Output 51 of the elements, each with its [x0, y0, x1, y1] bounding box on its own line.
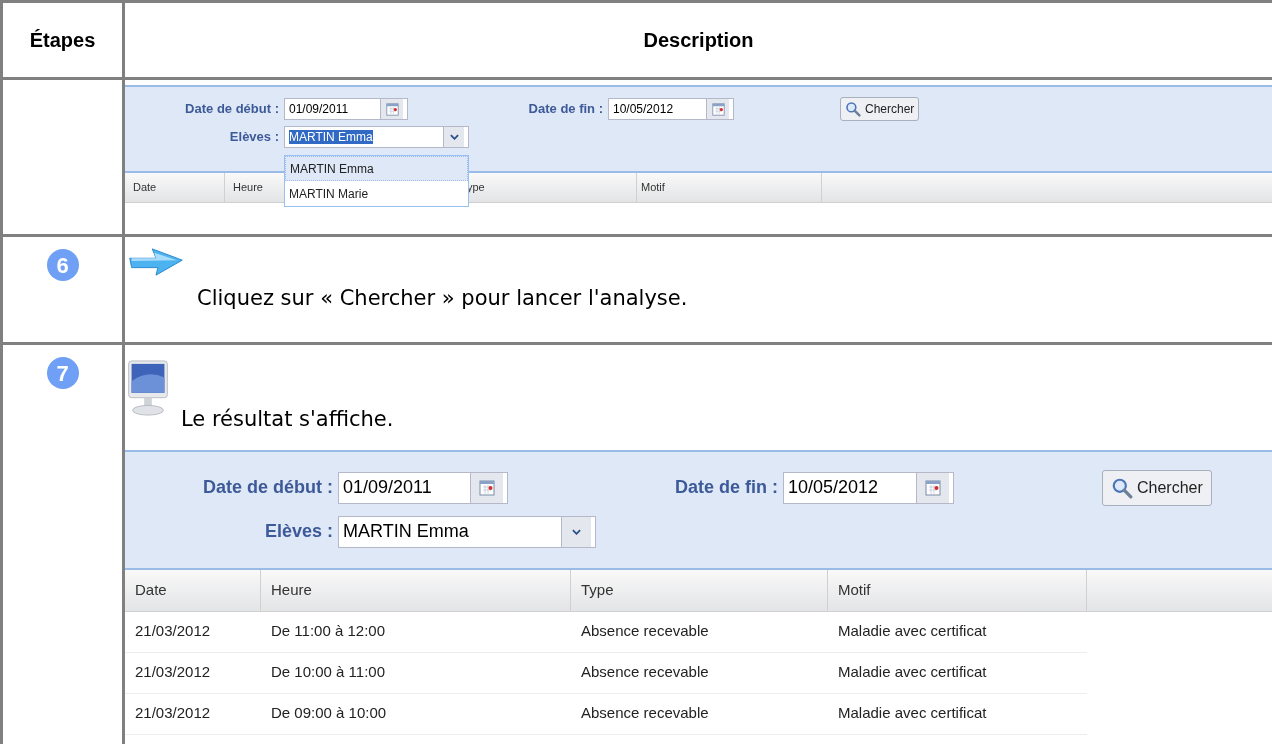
search-icon — [1111, 476, 1133, 499]
date-field[interactable]: 10/05/2012 — [608, 98, 734, 120]
column-header[interactable]: Heure — [261, 569, 571, 611]
field-label: Date de fin : — [674, 476, 778, 499]
field-label: Date de début : — [184, 100, 279, 119]
step-number: 6 — [46, 249, 79, 281]
table-cell: De 09:00 à 10:00 — [261, 693, 571, 735]
table-cell: Maladie avec certificat — [828, 652, 1087, 694]
caret-icon — [572, 528, 581, 535]
table-cell: 21/03/2012 — [125, 652, 261, 694]
step-text: Le résultat s'affiche. — [181, 406, 394, 433]
search-icon — [845, 101, 861, 117]
dropdown-option[interactable]: MARTIN Emma — [285, 156, 468, 181]
field-label: Elèves : — [228, 128, 279, 147]
calendar-icon[interactable] — [385, 102, 399, 116]
table-cell: 21/03/2012 — [125, 693, 261, 735]
table-cell: Absence recevable — [571, 693, 828, 735]
date-field[interactable]: 10/05/2012 — [783, 471, 954, 504]
select-value: MARTIN Emma — [343, 521, 469, 541]
student-select[interactable]: MARTIN Emma — [284, 126, 469, 148]
table-cell: De 10:00 à 11:00 — [261, 652, 571, 694]
field-label: Elèves : — [263, 520, 333, 543]
column-header[interactable]: Type — [571, 569, 828, 611]
table-cell: Absence recevable — [571, 652, 828, 694]
select-value: MARTIN Emma — [289, 130, 373, 144]
step-number: 7 — [46, 357, 79, 389]
table-cell: Maladie avec certificat — [828, 693, 1087, 735]
column-heading: Étapes — [29, 28, 96, 53]
search-button[interactable]: Chercher — [840, 97, 920, 121]
column-header[interactable]: Motif — [828, 569, 1087, 611]
date-field[interactable]: 01/09/2011 — [338, 471, 508, 504]
calendar-icon[interactable] — [711, 102, 725, 116]
field-label: Date de début : — [202, 476, 333, 499]
column-header[interactable]: Date — [125, 173, 225, 202]
table-cell: 21/03/2012 — [125, 611, 261, 653]
arrow-icon — [127, 247, 185, 277]
field-label: Date de fin : — [527, 100, 603, 119]
table-cell: Absence recevable — [571, 611, 828, 653]
column-header[interactable]: Motif — [637, 173, 822, 202]
calendar-icon[interactable] — [479, 479, 495, 496]
calendar-icon[interactable] — [925, 479, 941, 496]
column-header[interactable]: Date — [125, 569, 261, 611]
table-cell: Maladie avec certificat — [828, 611, 1087, 653]
monitor-icon — [127, 360, 169, 418]
column-heading: Description — [643, 28, 754, 53]
caret-icon — [449, 134, 459, 140]
date-field[interactable]: 01/09/2011 — [284, 98, 408, 120]
search-button[interactable]: Chercher — [1102, 469, 1212, 506]
step-text: Cliquez sur « Chercher » pour lancer l'analyse. — [197, 285, 688, 312]
table-cell: De 11:00 à 12:00 — [261, 611, 571, 653]
student-select[interactable]: MARTIN Emma — [338, 515, 596, 548]
